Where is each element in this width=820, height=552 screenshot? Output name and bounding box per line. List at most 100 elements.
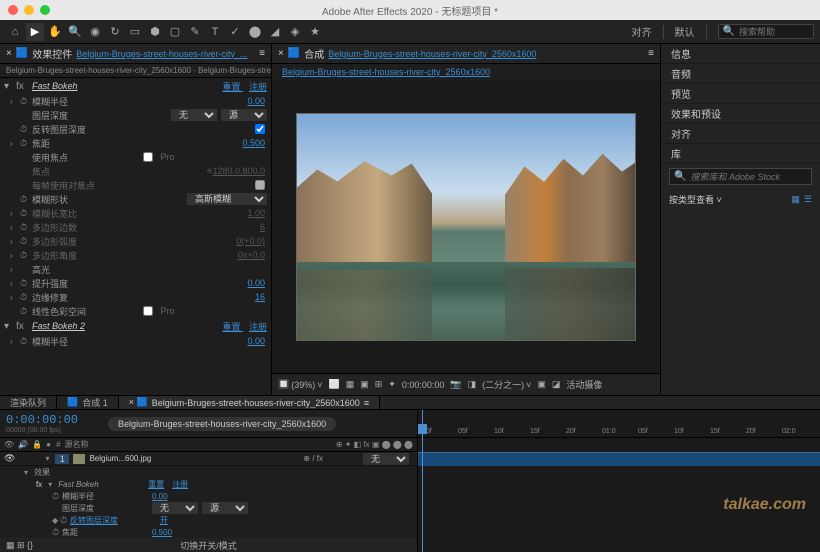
layer-depth-select[interactable]: 无 <box>171 109 217 121</box>
fx-header-2[interactable]: ▾ fx Fast Bokeh 2 重置 注册 <box>0 318 271 334</box>
current-timecode[interactable]: 0:00:00:00 <box>6 413 78 427</box>
tl-invert-depth[interactable]: ◆ ⏱ 反转图层深度 开 <box>0 514 417 526</box>
layer-name-pill[interactable]: Belgium-Bruges-street-houses-river-city_… <box>108 417 336 431</box>
browse-label[interactable]: 按类型查看 ˅ <box>669 193 722 206</box>
tab-comp-1[interactable]: 🟦 合成 1 <box>57 396 119 409</box>
home-icon[interactable]: ⌂ <box>6 23 24 41</box>
prop-use-focus[interactable]: 使用焦点 Pro <box>0 150 271 164</box>
prop-layer-depth[interactable]: 图层深度 无 源 <box>0 108 271 122</box>
help-search-input[interactable] <box>739 27 809 37</box>
linear-color-checkbox[interactable] <box>143 306 153 316</box>
tl-layer-depth[interactable]: 图层深度 无 源 <box>0 502 417 514</box>
roto-tool-icon[interactable]: ◈ <box>286 23 304 41</box>
tl-blur-radius[interactable]: ⏱ 模糊半径 0.00 <box>0 490 417 502</box>
chevron-down-icon[interactable]: ▾ <box>4 81 16 92</box>
edge-fix-value[interactable]: 16 <box>255 292 271 302</box>
pen-tool-icon[interactable]: ✎ <box>186 23 204 41</box>
stopwatch-icon[interactable]: ⏱ <box>20 124 30 135</box>
register-link[interactable]: 注册 <box>249 322 267 332</box>
hand-tool-icon[interactable]: ✋ <box>46 23 64 41</box>
zoom-tool-icon[interactable]: 🔍 <box>66 23 84 41</box>
tl-effect-group[interactable]: ▾ 效果 <box>0 466 417 478</box>
stopwatch-icon[interactable]: ⏱ <box>20 336 30 347</box>
sidebar-item-align[interactable]: 对齐 <box>661 124 820 144</box>
rotate-tool-icon[interactable]: ↻ <box>106 23 124 41</box>
window-controls[interactable] <box>8 5 50 15</box>
prop-blur-radius[interactable]: › ⏱ 模糊半径 0.00 <box>0 94 271 108</box>
prop-invert-depth[interactable]: ⏱ 反转图层深度 <box>0 122 271 136</box>
close-icon[interactable] <box>8 5 18 15</box>
parent-select[interactable]: 无 <box>363 453 409 465</box>
invert-depth-checkbox[interactable] <box>255 124 265 134</box>
source-name-header[interactable]: 源名称 <box>65 439 89 450</box>
comp-name-link[interactable]: Belgium-Bruges-street-houses-river-city_… <box>328 49 536 59</box>
lock-icon[interactable]: 🔒 <box>32 440 42 449</box>
chevron-down-icon[interactable]: ▾ <box>24 468 34 477</box>
chevron-right-icon[interactable]: › <box>10 265 20 274</box>
close-icon[interactable]: × <box>6 48 12 59</box>
reset-link[interactable]: 重置 <box>222 82 240 92</box>
comp-subname-link[interactable]: Belgium-Bruges-street-houses-river-city_… <box>282 67 490 77</box>
blur-radius-value[interactable]: 0.00 <box>247 96 271 106</box>
chevron-down-icon[interactable]: ▾ <box>4 321 16 332</box>
puppet-tool-icon[interactable]: ★ <box>306 23 324 41</box>
clone-tool-icon[interactable]: ⬤ <box>246 23 264 41</box>
stopwatch-icon[interactable]: ⏱ <box>20 278 30 289</box>
tl-fx-row[interactable]: fx ▾ Fast Bokeh 重置 注册 <box>0 478 417 490</box>
stopwatch-icon[interactable]: ⏱ <box>20 292 30 303</box>
tab-comp-active[interactable]: × 🟦 Belgium-Bruges-street-houses-river-c… <box>119 396 380 409</box>
prop-edge-fix[interactable]: ›⏱ 边缘修复 16 <box>0 290 271 304</box>
snapshot-icon[interactable]: 📷 <box>450 379 461 390</box>
register-link[interactable]: 注册 <box>249 82 267 92</box>
panel-menu-icon[interactable]: ≡ <box>259 48 265 59</box>
sidebar-item-effects[interactable]: 效果和预设 <box>661 104 820 124</box>
blur-radius-2-value[interactable]: 0.00 <box>247 336 271 346</box>
sidebar-item-info[interactable]: 信息 <box>661 44 820 64</box>
eraser-tool-icon[interactable]: ◢ <box>266 23 284 41</box>
close-icon[interactable]: × <box>278 48 284 59</box>
mask-icon[interactable]: ▣ <box>360 379 369 390</box>
chevron-right-icon[interactable]: › <box>10 97 20 106</box>
help-search[interactable]: 🔍 <box>718 24 814 39</box>
zoom-dropdown[interactable]: 🔲 (39%) ˅ <box>278 379 323 390</box>
prop-blur-radius-2[interactable]: ›⏱ 模糊半径 0.00 <box>0 334 271 348</box>
grid-icon[interactable]: ⊞ <box>375 379 383 390</box>
layer-track-1[interactable] <box>418 452 820 466</box>
stopwatch-icon[interactable]: ⏱ <box>20 194 30 205</box>
timeline-track-area[interactable]: 00f 05f 10f 15f 20f 01:0 05f 10f 15f 20f… <box>418 410 820 552</box>
sidebar-item-audio[interactable]: 音频 <box>661 64 820 84</box>
stopwatch-icon[interactable]: ⏱ <box>20 138 30 149</box>
tl-depth-select[interactable]: 无 <box>152 502 198 514</box>
layer-source-select[interactable]: 源 <box>221 109 267 121</box>
chevron-down-icon[interactable]: ▾ <box>45 454 55 463</box>
3d-icon[interactable]: ◪ <box>552 379 561 390</box>
playhead[interactable] <box>422 410 423 552</box>
prop-highlight[interactable]: › 高光 <box>0 262 271 276</box>
stopwatch-icon[interactable]: ⏱ <box>20 96 30 107</box>
prop-blur-shape[interactable]: ⏱ 模糊形状 高斯模糊 <box>0 192 271 206</box>
resolution-icon[interactable]: ▦ <box>346 379 355 390</box>
tab-render-queue[interactable]: 渲染队列 <box>0 396 57 409</box>
view-icon[interactable]: ▣ <box>537 379 546 390</box>
stopwatch-icon[interactable]: ⏱ <box>20 306 30 317</box>
text-tool-icon[interactable]: T <box>206 23 224 41</box>
stock-search[interactable]: 🔍 <box>669 168 812 185</box>
guides-icon[interactable]: ✦ <box>388 379 396 390</box>
sidebar-item-preview[interactable]: 预览 <box>661 84 820 104</box>
pan-behind-tool-icon[interactable]: ⬢ <box>146 23 164 41</box>
composition-viewer[interactable] <box>272 80 660 373</box>
timecode-display[interactable]: 0:00:00:00 <box>402 380 445 390</box>
fx-header-1[interactable]: ▾ fx Fast Bokeh 重置 注册 <box>0 78 271 94</box>
focus-value[interactable]: 0.500 <box>242 138 271 148</box>
fx-icon[interactable]: fx <box>16 321 28 332</box>
sidebar-item-libraries[interactable]: 库 <box>661 144 820 164</box>
eye-icon[interactable]: 👁 <box>4 453 15 464</box>
list-view-icon[interactable]: ☰ <box>804 194 812 205</box>
shape-tool-icon[interactable]: ▢ <box>166 23 184 41</box>
orbit-tool-icon[interactable]: ◉ <box>86 23 104 41</box>
workspace-label[interactable]: 默认 <box>675 24 695 39</box>
boost-value[interactable]: 0.00 <box>247 278 271 288</box>
region-icon[interactable]: ◨ <box>468 379 477 390</box>
panel-menu-icon[interactable]: ≡ <box>648 48 654 59</box>
layer-row-1[interactable]: 👁 ▾ 1 Belgium...600.jpg ⊕ / fx 无 <box>0 452 417 466</box>
